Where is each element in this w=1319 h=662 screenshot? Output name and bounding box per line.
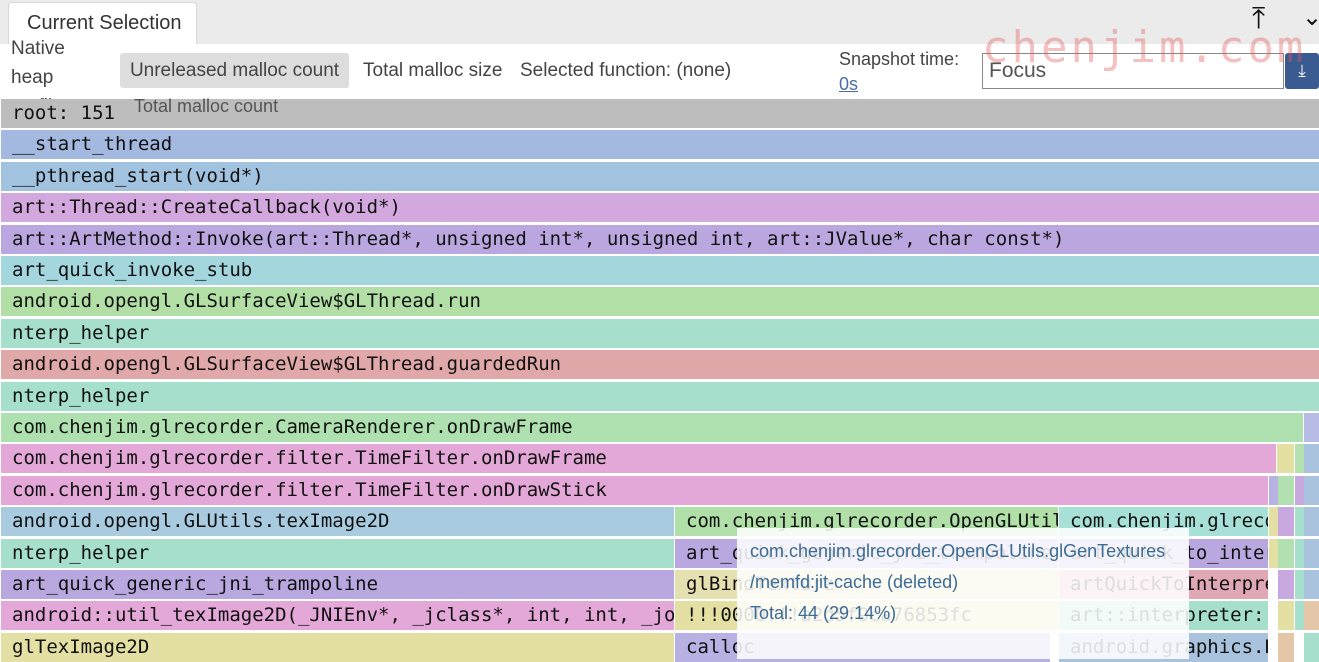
- flame-frame[interactable]: [1278, 570, 1294, 599]
- flame-frame[interactable]: android.opengl.GLUtils.texImage2D: [1, 507, 674, 537]
- flame-frame[interactable]: [1304, 601, 1319, 631]
- focus-input[interactable]: [982, 53, 1284, 89]
- flame-frame[interactable]: com.chenjim.glrecorder.CameraRenderer.on…: [1, 413, 1303, 442]
- flame-frame[interactable]: [1304, 538, 1319, 568]
- flame-frame[interactable]: [1277, 444, 1294, 474]
- total-malloc-size-button[interactable]: Total malloc size: [363, 53, 502, 88]
- metric-label: Total malloc count: [134, 96, 279, 116]
- tooltip-total: Total: 44 (29.14%): [750, 603, 897, 623]
- flame-frame[interactable]: com.chenjim.glrecorder.filter.TimeFilter…: [1, 475, 1268, 505]
- flame-frame[interactable]: android::util_texImage2D(_JNIEnv*, _jcla…: [1, 601, 674, 631]
- flame-frame[interactable]: [1278, 538, 1294, 568]
- flame-frame[interactable]: android.opengl.GLSurfaceView$GLThread.ru…: [1, 287, 1319, 317]
- flame-frame[interactable]: __start_thread: [1, 130, 1319, 160]
- flame-frame[interactable]: __pthread_start(void*): [1, 161, 1319, 191]
- flame-frame[interactable]: art::Thread::CreateCallback(void*): [1, 193, 1319, 223]
- flame-frame[interactable]: nterp_helper: [1, 381, 1319, 411]
- flame-frame[interactable]: [1304, 570, 1319, 599]
- flame-frame[interactable]: art::ArtMethod::Invoke(art::Thread*, uns…: [1, 224, 1319, 254]
- tooltip: com.chenjim.glrecorder.OpenGLUtils.glGen…: [737, 528, 1189, 659]
- flame-frame[interactable]: glTexImage2D: [1, 632, 674, 662]
- flame-frame[interactable]: art_quick_generic_jni_trampoline: [1, 570, 674, 599]
- flame-frame[interactable]: [1278, 601, 1294, 631]
- download-icon: ⤓: [1298, 61, 1306, 81]
- flame-frame[interactable]: [1304, 475, 1319, 505]
- snapshot-time-link[interactable]: 0s: [839, 72, 858, 96]
- flame-frame[interactable]: [1304, 632, 1319, 662]
- selected-function-label: Selected function: (none): [520, 60, 732, 81]
- toolbar: Native heap profile: Unreleased malloc c…: [0, 38, 1319, 117]
- download-button[interactable]: ⤓: [1285, 53, 1319, 89]
- flame-frame[interactable]: [1304, 507, 1319, 537]
- flame-frame[interactable]: [1304, 444, 1319, 474]
- arrow-up-to-line-icon[interactable]: ⤒: [1252, 2, 1265, 36]
- flame-frame[interactable]: nterp_helper: [1, 318, 1319, 348]
- tooltip-mapping: /memfd:jit-cache (deleted): [750, 572, 959, 592]
- flame-frame[interactable]: [1278, 507, 1294, 537]
- snapshot-time-label: Snapshot time:: [839, 49, 960, 69]
- tab-strip: Current Selection ⤒ ⌄: [0, 0, 1319, 44]
- flame-frame[interactable]: nterp_helper: [1, 538, 674, 568]
- flame-frame[interactable]: [1278, 475, 1294, 505]
- flame-frame[interactable]: [1304, 413, 1319, 442]
- flame-frame[interactable]: [1278, 632, 1294, 662]
- flame-frame[interactable]: android.opengl.GLSurfaceView$GLThread.gu…: [1, 350, 1319, 380]
- flame-frame[interactable]: art_quick_invoke_stub: [1, 256, 1319, 285]
- unreleased-malloc-count-button[interactable]: Unreleased malloc count: [120, 53, 349, 88]
- chevron-down-icon[interactable]: ⌄: [1302, 0, 1319, 34]
- tooltip-function-name: com.chenjim.glrecorder.OpenGLUtils.glGen…: [750, 541, 1166, 561]
- flame-frame[interactable]: com.chenjim.glrecorder.filter.TimeFilter…: [1, 444, 1276, 474]
